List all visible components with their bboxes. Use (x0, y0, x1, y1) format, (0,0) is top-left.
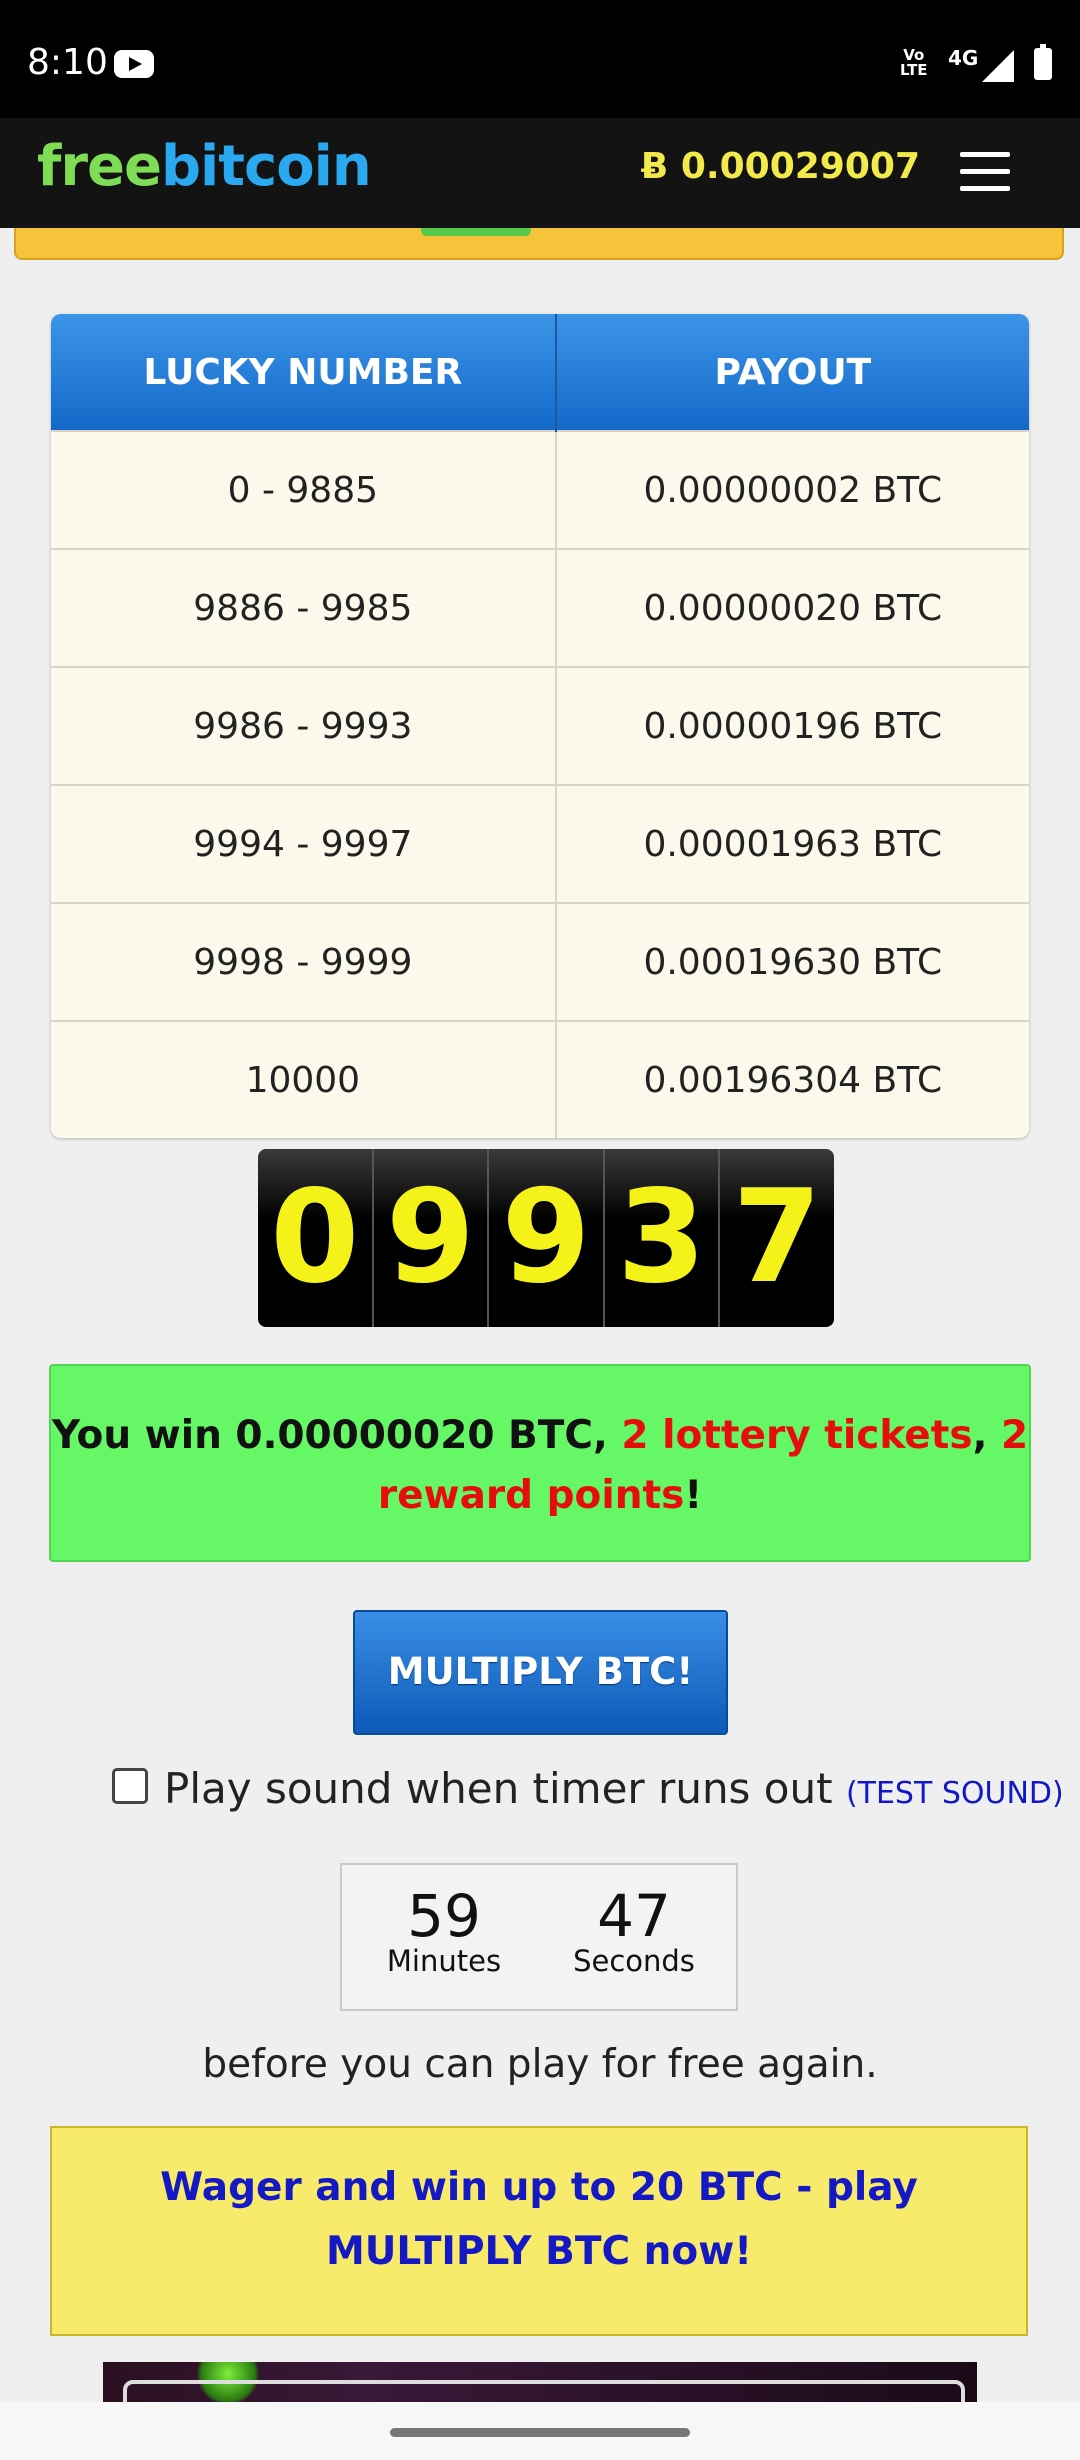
volte-icon: Vo LTE (900, 46, 928, 79)
top-banner-edge (14, 228, 1064, 260)
lucky-range-cell: 9998 - 9999 (51, 902, 556, 1021)
free-play-again-text: before you can play for free again. (202, 2042, 878, 2087)
roll-digit: 3 (602, 1149, 719, 1327)
lottery-tickets-text: 2 lottery tickets (621, 1413, 973, 1458)
table-row: 9994 - 9997 0.00001963 BTC (51, 784, 1029, 903)
status-time: 8:10 (27, 42, 108, 83)
lucky-range-cell: 9886 - 9985 (51, 548, 556, 667)
payout-cell: 0.00000002 BTC (554, 430, 1029, 549)
payout-table: LUCKY NUMBER PAYOUT 0 - 9885 0.00000002 … (51, 314, 1029, 1138)
test-sound-link[interactable]: TEST SOUND (858, 1776, 1052, 1811)
roll-digit: 9 (487, 1149, 603, 1327)
table-row: 9986 - 9993 0.00000196 BTC (51, 666, 1029, 785)
home-gesture-bar[interactable] (390, 2428, 690, 2437)
account-balance: Ƀ 0.00029007 (640, 146, 920, 187)
signal-icon (982, 50, 1014, 82)
table-row: 10000 0.00196304 BTC (51, 1020, 1029, 1138)
payout-cell: 0.00000020 BTC (554, 548, 1029, 667)
timer-seconds: 47 Seconds (573, 1882, 695, 1978)
payout-cell: 0.00019630 BTC (554, 902, 1029, 1021)
table-row: 9998 - 9999 0.00019630 BTC (51, 902, 1029, 1021)
timer-minutes: 59 Minutes (386, 1882, 502, 1978)
table-row: 9886 - 9985 0.00000020 BTC (51, 548, 1029, 667)
lucky-range-cell: 9986 - 9993 (51, 666, 556, 785)
countdown-timer: 59 Minutes 47 Seconds (340, 1863, 738, 2011)
site-header: freebitcoin Ƀ 0.00029007 (0, 118, 1080, 228)
header-lucky-number: LUCKY NUMBER (51, 314, 556, 431)
wager-banner-link[interactable]: Wager and win up to 20 BTC - play MULTIP… (50, 2126, 1028, 2336)
play-sound-label: Play sound when timer runs out (TEST SOU… (164, 1764, 1064, 1813)
roll-digit: 9 (371, 1149, 488, 1327)
multiply-btc-button[interactable]: MULTIPLY BTC! (353, 1610, 728, 1735)
status-bar: 8:10 Vo LTE 4G (0, 0, 1080, 118)
payout-cell: 0.00196304 BTC (554, 1020, 1029, 1138)
network-type-label: 4G (948, 46, 979, 70)
payout-cell: 0.00000196 BTC (554, 666, 1029, 785)
roll-digit: 0 (270, 1163, 360, 1312)
promo-banner-image[interactable] (103, 2362, 977, 2402)
freebitcoin-logo[interactable]: freebitcoin (37, 134, 372, 199)
lucky-range-cell: 10000 (51, 1020, 556, 1138)
roll-digit: 7 (718, 1149, 834, 1327)
payout-cell: 0.00001963 BTC (554, 784, 1029, 903)
play-sound-checkbox[interactable] (112, 1768, 148, 1804)
header-payout: PAYOUT (554, 314, 1029, 431)
lucky-range-cell: 0 - 9885 (51, 430, 556, 549)
table-row: 0 - 9885 0.00000002 BTC (51, 430, 1029, 549)
lucky-number-display: 0 9 9 3 7 (258, 1149, 834, 1327)
battery-icon (1034, 44, 1052, 80)
hamburger-menu-icon[interactable] (960, 152, 1010, 192)
win-message: You win 0.00000020 BTC, 2 lottery ticket… (49, 1364, 1031, 1562)
lucky-range-cell: 9994 - 9997 (51, 784, 556, 903)
youtube-notification-icon (114, 50, 154, 78)
